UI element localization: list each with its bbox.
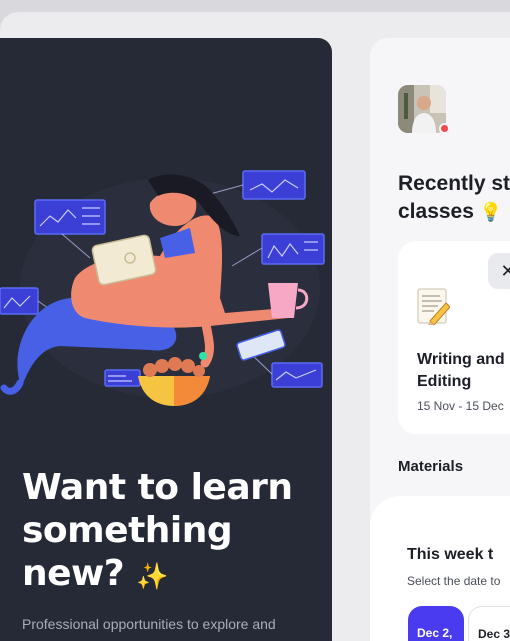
- date-pill-selected[interactable]: Dec 2,: [408, 606, 464, 641]
- recent-title-line2: classes: [398, 200, 474, 223]
- status-dot: [439, 123, 450, 134]
- learning-illustration: [0, 170, 325, 406]
- materials-heading: Materials: [398, 458, 464, 475]
- recent-title-line1: Recently st: [398, 172, 510, 195]
- class-name: Writing and Editing: [417, 351, 505, 390]
- class-dates: 15 Nov - 15 Dec: [417, 399, 504, 413]
- week-card: This week t Select the date to Dec 2, De…: [370, 496, 510, 641]
- sparkle-icon: ✨: [136, 562, 169, 592]
- close-icon: ✕: [500, 260, 510, 281]
- memo-icon: [417, 288, 450, 325]
- right-panel: Recently st classes 💡 ✕ Writing and Edit…: [370, 38, 510, 641]
- lightbulb-icon: 💡: [479, 202, 503, 222]
- promo-card: Want to learn something new? ✨ Professio…: [0, 38, 332, 641]
- promo-title: Want to learn something new? ✨: [22, 466, 322, 599]
- promo-subtitle: Professional opportunities to explore an…: [22, 616, 276, 641]
- recent-classes-title: Recently st classes 💡: [398, 170, 510, 226]
- date-pill[interactable]: Dec 3: [468, 606, 510, 641]
- week-title: This week t: [407, 546, 494, 563]
- week-subtitle: Select the date to: [407, 574, 501, 588]
- class-card[interactable]: ✕ Writing and Editing 15 Nov - 15 Dec: [398, 241, 510, 434]
- close-button[interactable]: ✕: [488, 253, 510, 289]
